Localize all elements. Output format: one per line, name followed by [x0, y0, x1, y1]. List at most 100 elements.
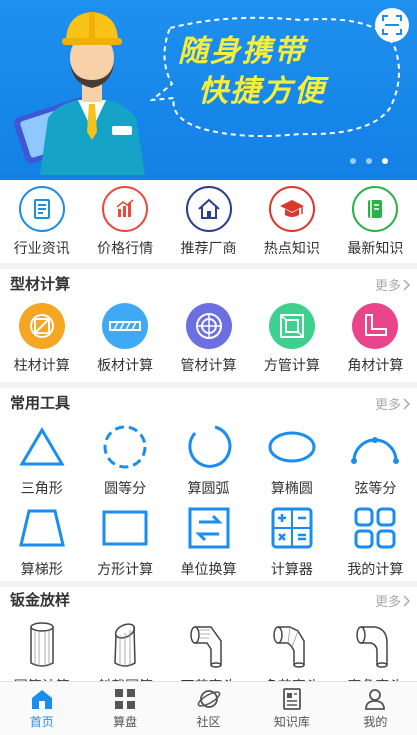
tool-label: 管材计算	[180, 358, 237, 374]
circle-division-icon	[100, 422, 150, 472]
square-icon	[100, 503, 150, 553]
tool-my-calc[interactable]: 我的计算	[334, 503, 417, 579]
scan-icon	[382, 15, 402, 35]
column-material-icon	[18, 303, 65, 349]
book-icon	[352, 186, 399, 232]
trapezoid-icon	[17, 503, 67, 553]
tool-circle-division[interactable]: 圆等分	[83, 422, 166, 498]
tools-grid-row2: 算梯形 方形计算 单位换算 计算器 我的计算	[0, 503, 417, 579]
tab-community[interactable]: 社区	[167, 682, 250, 735]
more-link[interactable]: 更多	[375, 591, 411, 610]
worker-illustration	[13, 12, 145, 175]
bottom-tab-bar: 首页 算盘 社区 知识库 我的	[0, 681, 417, 735]
tool-trapezoid[interactable]: 算梯形	[0, 503, 83, 579]
oblique-cylinder-icon	[100, 620, 150, 670]
tool-label: 算圆弧	[187, 481, 230, 497]
quick-nav-price[interactable]: 价格行情	[83, 186, 166, 262]
tool-pipe-material[interactable]: 管材计算	[167, 303, 250, 375]
tool-label: 弦等分	[354, 481, 397, 497]
tab-label: 首页	[29, 715, 54, 729]
tool-arc[interactable]: 算圆弧	[167, 422, 250, 498]
triangle-icon	[17, 422, 67, 472]
graduation-cap-icon	[268, 186, 315, 232]
quick-nav-label: 价格行情	[97, 241, 154, 257]
more-label: 更多	[374, 595, 401, 610]
section-header-material: 型材计算 更多	[0, 271, 417, 297]
home-page: 随身携带 快捷方便 行业资讯 价格行情 推荐厂商 热点知识 最新知识 型材计算 …	[0, 0, 417, 735]
section-header-sheet-metal: 钣金放样 更多	[0, 587, 417, 613]
tab-label: 社区	[196, 715, 221, 729]
pipe-material-icon	[185, 303, 232, 349]
carousel-dot[interactable]	[350, 158, 356, 164]
quick-nav-label: 行业资讯	[13, 241, 70, 257]
more-label: 更多	[374, 279, 401, 294]
tab-label: 知识库	[273, 715, 310, 729]
divider	[0, 263, 417, 269]
tool-label: 三角形	[20, 481, 63, 497]
ellipse-icon	[267, 422, 317, 472]
scan-button[interactable]	[375, 8, 409, 42]
two-section-elbow-icon	[184, 620, 234, 670]
tab-label: 我的	[363, 715, 388, 729]
chevron-right-icon	[403, 397, 411, 410]
tab-knowledge-base[interactable]: 知识库	[250, 682, 333, 735]
tool-square-tube[interactable]: 方管计算	[250, 303, 333, 375]
tab-profile[interactable]: 我的	[334, 682, 417, 735]
tool-label: 柱材计算	[13, 358, 70, 374]
quick-nav-label: 热点知识	[263, 241, 320, 257]
calculator-icon	[267, 503, 317, 553]
person-icon	[365, 689, 386, 710]
more-link[interactable]: 更多	[375, 275, 411, 294]
tool-angle-material[interactable]: 角材计算	[334, 303, 417, 375]
banner-title: 随身携带	[178, 34, 306, 69]
quick-nav-label: 最新知识	[347, 241, 404, 257]
promo-banner[interactable]: 随身携带 快捷方便	[0, 0, 417, 180]
arc-icon	[184, 422, 234, 472]
tab-home[interactable]: 首页	[0, 682, 83, 735]
quick-nav-industry-news[interactable]: 行业资讯	[0, 186, 83, 262]
house-icon	[185, 186, 232, 232]
home-icon	[31, 690, 52, 709]
my-calc-grid-icon	[350, 503, 400, 553]
right-angle-elbow-icon	[350, 620, 400, 670]
carousel-dot-active[interactable]	[382, 158, 388, 164]
quick-nav-manufacturers[interactable]: 推荐厂商	[167, 186, 250, 262]
square-tube-icon	[268, 303, 315, 349]
tool-plate-material[interactable]: 板材计算	[83, 303, 166, 375]
quick-nav: 行业资讯 价格行情 推荐厂商 热点知识 最新知识	[0, 186, 417, 262]
tool-ellipse[interactable]: 算椭圆	[250, 422, 333, 498]
tool-label: 我的计算	[347, 562, 404, 578]
cylinder-icon	[17, 620, 67, 670]
tool-calculator[interactable]: 计算器	[250, 503, 333, 579]
section-title: 钣金放样	[10, 591, 71, 609]
quick-nav-latest-knowledge[interactable]: 最新知识	[334, 186, 417, 262]
carousel-dot[interactable]	[366, 158, 372, 164]
material-grid: 柱材计算 板材计算 管材计算 方管计算 角材计算	[0, 303, 417, 375]
tool-label: 算椭圆	[270, 481, 313, 497]
tool-label: 计算器	[270, 562, 313, 578]
tool-square[interactable]: 方形计算	[83, 503, 166, 579]
unit-convert-icon	[184, 503, 234, 553]
section-header-tools: 常用工具 更多	[0, 390, 417, 416]
tool-label: 圆等分	[104, 481, 147, 497]
tool-chord-division[interactable]: 弦等分	[334, 422, 417, 498]
angle-material-icon	[352, 303, 399, 349]
multi-section-elbow-icon	[267, 620, 317, 670]
carousel-indicator	[350, 158, 388, 164]
more-link[interactable]: 更多	[375, 394, 411, 413]
tool-triangle[interactable]: 三角形	[0, 422, 83, 498]
tab-abacus[interactable]: 算盘	[83, 682, 166, 735]
quick-nav-hot-knowledge[interactable]: 热点知识	[250, 186, 333, 262]
section-title: 常用工具	[10, 394, 71, 412]
divider	[0, 382, 417, 388]
tool-label: 单位换算	[180, 562, 237, 578]
tab-label: 算盘	[113, 715, 138, 729]
quick-nav-label: 推荐厂商	[180, 241, 237, 257]
tool-label: 方管计算	[263, 358, 320, 374]
tool-column-material[interactable]: 柱材计算	[0, 303, 83, 375]
tool-label: 板材计算	[97, 358, 154, 374]
planet-icon	[197, 690, 220, 708]
tools-grid-row1: 三角形 圆等分 算圆弧 算椭圆 弦等分	[0, 422, 417, 498]
tool-unit-convert[interactable]: 单位换算	[167, 503, 250, 579]
chevron-right-icon	[403, 278, 411, 291]
